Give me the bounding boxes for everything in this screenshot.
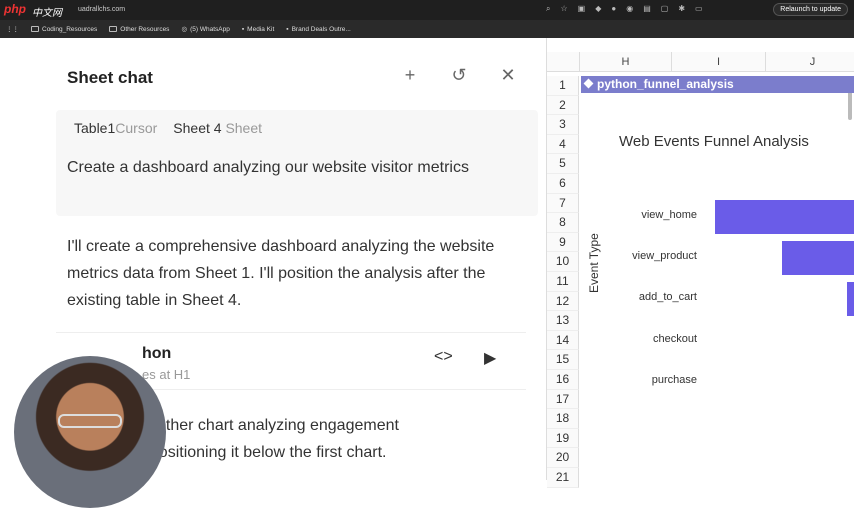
row-header[interactable]: 3 [547,115,579,135]
site-logo: php [4,2,26,16]
apps-icon[interactable]: ⋮⋮ [6,25,19,33]
code-block-subtitle: es at H1 [142,367,191,382]
panel-title: Sheet chat [67,68,153,87]
column-header[interactable]: I [671,52,765,72]
extension-icon[interactable]: ▢ [661,4,669,14]
funnel-bar [846,282,854,317]
address-bar[interactable]: uadrallchs.com [78,6,125,13]
puzzle-icon[interactable]: ✱ [678,4,685,14]
bookmark-item[interactable]: Coding_Resources [31,26,97,33]
row-header[interactable]: 7 [547,193,579,214]
bookmark-item[interactable]: ▪ Brand Deals Outre... [286,26,351,33]
row-header[interactable]: 19 [547,428,579,449]
category-label: view_product [632,250,697,263]
whatsapp-icon: ◎ [181,26,188,33]
webcam-figure [58,414,122,428]
funnel-bar [782,241,854,276]
close-icon[interactable]: ✕ [497,64,519,86]
webcam-overlay [14,356,166,508]
row-header[interactable]: 15 [547,350,579,370]
context-tag[interactable]: Sheet 4 Sheet [173,120,262,136]
chart-y-axis-label: Event Type [587,233,601,293]
row-header[interactable]: 11 [547,272,579,292]
row-header[interactable]: 2 [547,95,579,116]
site-logo-sub: 中文网 [32,8,62,19]
page-icon: ▪ [241,25,245,33]
play-icon[interactable]: ▶ [484,348,496,368]
row-header[interactable]: 20 [547,448,579,468]
category-label: add_to_cart [638,291,697,304]
history-icon[interactable]: ↺ [448,64,470,86]
category-label: checkout [652,332,697,345]
row-header[interactable]: 18 [547,409,579,429]
assistant-message-text: I'll create a comprehensive dashboard an… [67,238,495,309]
category-label: purchase [651,373,697,386]
browser-toolbar: php 中文网 uadrallchs.com ⌕ ☆ ▣ ◆ ● ◉ ▤ ▢ ✱… [0,0,854,20]
relaunch-button[interactable]: Relaunch to update [773,3,848,16]
star-icon[interactable]: ☆ [560,4,567,14]
bookmark-item[interactable]: ▪ Media Kit [242,26,274,33]
extension-icon[interactable]: ◆ [595,4,601,14]
funnel-bar [715,200,854,234]
chart-object-header[interactable]: python_funnel_analysis [581,76,854,93]
row-header[interactable]: 10 [547,252,579,272]
extension-icon[interactable]: ● [611,4,616,14]
extension-icon[interactable]: ◉ [626,4,633,14]
sheet-chat-panel: Sheet chat + ↺ ✕ Table1Cursor Sheet 4 Sh… [0,38,546,508]
row-header[interactable]: 6 [547,174,579,194]
row-header[interactable]: 17 [547,389,579,410]
plus-icon[interactable]: + [399,64,421,86]
row-header[interactable]: 4 [547,134,579,155]
sidebar-icon[interactable]: ▭ [695,4,703,14]
column-header[interactable]: H [579,52,671,72]
context-tags: Table1Cursor Sheet 4 Sheet [74,120,262,136]
row-header[interactable]: 21 [547,468,579,488]
user-message-text: Create a dashboard analyzing our website… [67,159,469,176]
row-header[interactable]: 13 [547,311,579,331]
code-block-title: hon [142,345,172,362]
chart-title: Web Events Funnel Analysis [619,133,809,150]
spreadsheet-grid: H I J 1 2 3 4 5 6 7 8 9 10 11 12 13 14 15 16 17 18 19 20 21 … [546,38,854,488]
user-message: Table1Cursor Sheet 4 Sheet Create a dash… [56,110,538,216]
diamond-icon [583,78,594,89]
row-header[interactable]: 12 [547,291,579,312]
zoom-icon[interactable]: ⌕ [546,4,550,14]
bookmark-item[interactable]: Other Resources [109,26,169,33]
funnel-chart[interactable]: Web Events Funnel Analysis Event Type vi… [581,93,854,480]
row-header[interactable]: 16 [547,370,579,390]
category-label: view_home [641,209,697,221]
column-header[interactable]: J [765,52,854,72]
row-header[interactable]: 5 [547,154,579,174]
page-icon: ▪ [286,25,289,33]
extension-icons: ⌕ ☆ ▣ ◆ ● ◉ ▤ ▢ ✱ ▭ [546,4,703,14]
row-header[interactable]: 9 [547,232,579,253]
folder-icon [109,26,118,32]
extension-icon[interactable]: ▣ [578,4,586,14]
bookmark-item[interactable]: ◎ (5) WhatsApp [181,25,229,34]
folder-icon [31,26,39,32]
row-header[interactable]: 1 [547,76,579,96]
row-header[interactable]: 8 [547,213,579,233]
column-header-row: H I J [547,52,854,72]
code-icon[interactable]: <> [434,348,453,366]
context-tag[interactable]: Table1Cursor [74,120,157,136]
row-header[interactable]: 14 [547,330,579,351]
extension-icon[interactable]: ▤ [643,4,651,14]
bookmarks-bar: ⋮⋮ Coding_Resources Other Resources ◎ (5)… [0,20,854,38]
